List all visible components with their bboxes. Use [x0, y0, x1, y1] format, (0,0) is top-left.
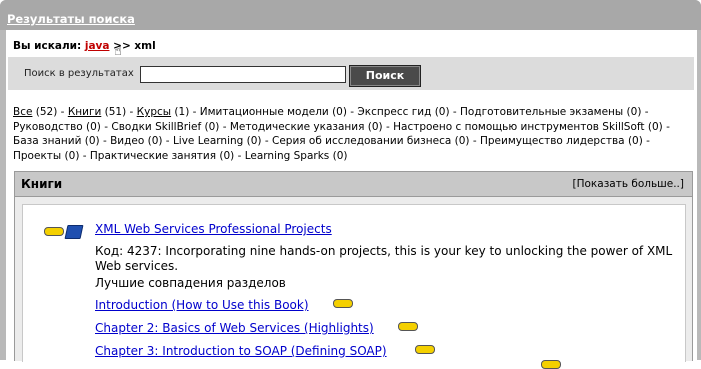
filter-label: Серия об исследовании бизнеса — [272, 135, 452, 147]
filter-label: Сводки SkillBrief — [111, 120, 202, 133]
chapter-link[interactable]: Chapter 3: Introduction to SOAP (Definin… — [95, 344, 387, 358]
chapter-link[interactable]: Introduction (How to Use this Book) — [95, 298, 309, 312]
filter-label: База знаний — [13, 135, 82, 147]
filter-count: (0) — [84, 135, 100, 147]
query-term-link[interactable]: java — [85, 40, 110, 52]
filter-item[interactable]: Книги (51) — [68, 106, 126, 118]
relevance-pill-icon — [415, 345, 435, 354]
query-refinement: xml — [134, 40, 156, 52]
filter-item: Live Learning (0) — [173, 135, 262, 147]
filter-item[interactable]: Курсы (1) — [137, 106, 190, 118]
filter-count: (1) — [174, 106, 190, 118]
show-more-link[interactable]: [Показать больше..] — [573, 178, 685, 190]
search-input[interactable] — [140, 66, 346, 83]
book-title-link[interactable]: XML Web Services Professional Projects — [95, 222, 332, 236]
filter-label: Преимущество лидерства — [479, 135, 625, 147]
search-button[interactable]: Поиск — [349, 65, 421, 87]
book-icon — [64, 225, 84, 239]
filter-label: Видео — [110, 135, 145, 147]
filter-count: (0) — [86, 120, 101, 133]
filter-label: Руководство — [13, 120, 83, 133]
filter-item[interactable]: Все (52) — [13, 106, 57, 118]
filter-item: Преимущество лидерства (0) — [480, 135, 643, 147]
query-prefix: Вы искали: — [13, 40, 82, 52]
filter-item: Learning Sparks (0) — [245, 150, 348, 162]
filter-item: Сводки SkillBrief (0) — [111, 121, 219, 133]
filter-item: Серия об исследовании бизнеса (0) — [272, 135, 470, 147]
filter-count: (0) — [627, 135, 643, 147]
filter-label[interactable]: Книги — [68, 106, 101, 118]
panel-header: Книги [Показать больше..] — [15, 172, 692, 197]
content-area: Вы искали: java >> xml ☝ Поиск в результ… — [6, 30, 697, 369]
filter-count: (0) — [647, 120, 663, 133]
filter-count: (0) — [147, 135, 163, 147]
best-matches-label: Лучшие совпадения разделов — [95, 276, 286, 290]
filter-item: Методические указания (0) — [230, 121, 383, 133]
results-frame: Результаты поиска Вы искали: java >> xml… — [0, 0, 701, 369]
relevance-pill-icon — [333, 299, 353, 308]
filter-label: Методические указания — [229, 120, 365, 133]
filter-item: Экспресс гид (0) — [357, 106, 449, 118]
relevance-pill-icon — [541, 360, 561, 369]
chapter-link[interactable]: Chapter 2: Basics of Web Services (Highl… — [95, 321, 374, 335]
filter-count: (0) — [367, 120, 383, 133]
filter-count: (0) — [332, 149, 348, 162]
filter-count: (0) — [626, 106, 642, 118]
book-description: Код: 4237: Incorporating nine hands-on p… — [95, 244, 673, 273]
filter-label: Live Learning — [172, 135, 244, 147]
book-result: XML Web Services Professional Projects К… — [22, 204, 686, 369]
filter-label: Практические занятия — [89, 149, 217, 162]
filter-count: (0) — [454, 135, 470, 147]
search-bar: Поиск в результатах Поиск — [8, 57, 694, 90]
filter-label: Экспресс гид — [357, 106, 432, 118]
filter-count: (0) — [434, 106, 450, 118]
filter-item: Настроено с помощью инструментов SkillSo… — [393, 121, 663, 133]
filter-item: Подготовительные экзамены (0) — [460, 106, 641, 118]
filter-label: Настроено с помощью инструментов SkillSo… — [393, 120, 645, 133]
filter-count: (0) — [219, 149, 235, 162]
filter-label[interactable]: Все — [13, 106, 32, 118]
filter-count: (51) — [104, 106, 127, 118]
filter-count: (0) — [246, 135, 262, 147]
filter-label: Learning Sparks — [244, 149, 330, 162]
filter-count: (0) — [64, 149, 80, 162]
filter-item: Проекты (0) — [13, 150, 79, 162]
category-filters: Все (52) - Книги (51) - Курсы (1) - Имит… — [13, 106, 670, 162]
results-title-link[interactable]: Результаты поиска — [7, 12, 135, 26]
filter-item: Имитационные модели (0) — [200, 106, 347, 118]
relevance-pill-icon — [44, 227, 64, 236]
filter-label: Имитационные модели — [199, 106, 329, 118]
panel-title: Книги — [21, 177, 63, 191]
filter-item: База знаний (0) — [13, 135, 100, 147]
query-line: Вы искали: java >> xml — [13, 40, 156, 52]
filter-item: Видео (0) — [110, 135, 162, 147]
search-label: Поиск в результатах — [24, 68, 134, 79]
books-panel: Книги [Показать больше..] XML Web Servic… — [14, 171, 693, 369]
filter-label: Подготовительные экзамены — [460, 106, 624, 118]
filter-count: (0) — [204, 120, 220, 133]
filter-count: (0) — [332, 106, 347, 118]
relevance-pill-icon — [398, 322, 418, 331]
filter-label: Проекты — [13, 149, 62, 162]
filter-count: (52) — [35, 106, 58, 118]
filter-label[interactable]: Курсы — [137, 106, 171, 118]
filter-item: Руководство (0) — [13, 121, 101, 133]
title-bar: Результаты поиска — [0, 0, 701, 30]
filter-item: Практические занятия (0) — [90, 150, 234, 162]
